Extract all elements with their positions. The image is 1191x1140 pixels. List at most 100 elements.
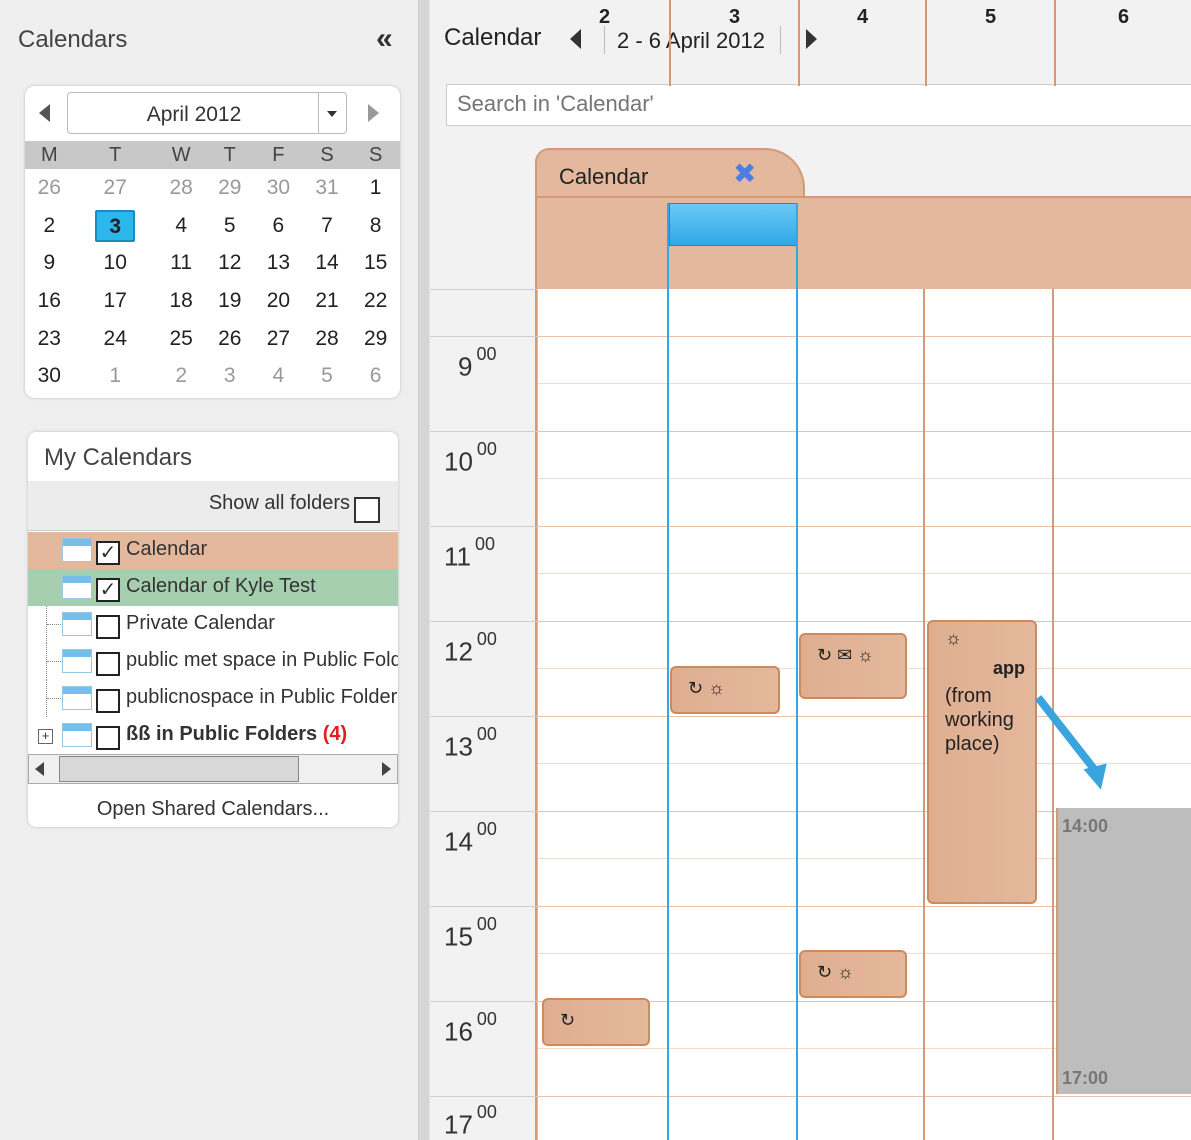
mini-day[interactable]: 18 bbox=[157, 282, 206, 320]
hour-label: 15 00 bbox=[444, 914, 497, 953]
mini-day[interactable]: 9 bbox=[25, 244, 74, 282]
mini-day[interactable]: 20 bbox=[254, 282, 303, 320]
mini-day[interactable]: 26 bbox=[205, 320, 254, 358]
mini-day[interactable]: 28 bbox=[157, 169, 206, 207]
recurring-icon: ↻ bbox=[560, 1010, 576, 1030]
appointment[interactable]: ↻ ☼ bbox=[799, 950, 907, 998]
mini-day[interactable]: 19 bbox=[205, 282, 254, 320]
mini-day[interactable]: 24 bbox=[74, 320, 157, 358]
next-month-icon[interactable] bbox=[368, 104, 379, 122]
mini-day[interactable]: 30 bbox=[25, 357, 74, 395]
appointment[interactable]: ↻ ☼ bbox=[670, 666, 780, 714]
calendar-folder-item[interactable]: public met space in Public Folders bbox=[28, 643, 398, 680]
calendar-folder-item[interactable]: ✓ Calendar of Kyle Test bbox=[28, 569, 398, 606]
mini-day[interactable]: 12 bbox=[205, 244, 254, 282]
gutter-line bbox=[430, 1096, 538, 1097]
panel-splitter[interactable] bbox=[418, 0, 430, 1140]
mini-day[interactable]: 6 bbox=[351, 357, 400, 395]
appointment[interactable]: ↻ ✉ ☼ bbox=[799, 633, 907, 699]
mini-day[interactable]: 5 bbox=[303, 357, 352, 395]
folder-checkbox[interactable] bbox=[96, 615, 120, 639]
mini-day[interactable]: 5 bbox=[205, 207, 254, 245]
mini-day[interactable]: 27 bbox=[74, 169, 157, 207]
folder-label: ßß in Public Folders (4) bbox=[126, 723, 398, 746]
mini-day[interactable]: 11 bbox=[157, 244, 206, 282]
mini-day[interactable]: 2 bbox=[25, 207, 74, 245]
hour-number: 15 bbox=[444, 921, 473, 952]
gutter-line bbox=[430, 716, 538, 717]
weekday-header: T bbox=[205, 141, 255, 169]
today-header-highlight bbox=[669, 203, 797, 246]
horizontal-scrollbar[interactable] bbox=[28, 754, 398, 784]
mini-day[interactable]: 8 bbox=[351, 207, 400, 245]
day-header[interactable]: 6 bbox=[1054, 0, 1191, 86]
calendar-tab[interactable]: Calendar ✖ bbox=[535, 148, 805, 198]
mini-day[interactable]: 15 bbox=[351, 244, 400, 282]
mini-day[interactable]: 1 bbox=[351, 169, 400, 207]
folder-checkbox[interactable] bbox=[96, 689, 120, 713]
mini-day[interactable]: 6 bbox=[254, 207, 303, 245]
hour-line bbox=[538, 1096, 1191, 1097]
folder-checkbox[interactable] bbox=[96, 726, 120, 750]
mini-day[interactable]: 31 bbox=[303, 169, 352, 207]
close-tab-icon[interactable]: ✖ bbox=[733, 160, 756, 188]
month-select-value: April 2012 bbox=[146, 103, 242, 126]
day-header[interactable]: 5 bbox=[925, 0, 1054, 86]
my-calendars-title: My Calendars bbox=[44, 444, 193, 471]
calendar-icon bbox=[62, 649, 92, 673]
appointment[interactable]: ↻ bbox=[542, 998, 650, 1046]
appointment[interactable]: ☼ app (from working place) bbox=[927, 620, 1037, 904]
mini-day[interactable]: 4 bbox=[157, 207, 206, 245]
mini-day[interactable]: 13 bbox=[254, 244, 303, 282]
calendar-folder-item[interactable]: ✓ Calendar bbox=[28, 532, 398, 569]
mini-day[interactable]: 29 bbox=[351, 320, 400, 358]
mini-day[interactable]: 29 bbox=[205, 169, 254, 207]
mini-day[interactable]: 27 bbox=[254, 320, 303, 358]
scroll-left-icon[interactable] bbox=[35, 762, 44, 776]
mini-day[interactable]: 4 bbox=[254, 357, 303, 395]
calendar-icon bbox=[62, 538, 92, 562]
mini-day[interactable]: 25 bbox=[157, 320, 206, 358]
show-all-folders-checkbox[interactable] bbox=[354, 497, 380, 523]
prev-month-icon[interactable] bbox=[39, 104, 50, 122]
open-shared-calendars-link[interactable]: Open Shared Calendars... bbox=[28, 798, 398, 821]
calendar-folder-item[interactable]: + ßß in Public Folders (4) bbox=[28, 717, 398, 754]
mini-day[interactable]: 22 bbox=[351, 282, 400, 320]
folder-checkbox[interactable] bbox=[96, 652, 120, 676]
mini-day[interactable]: 23 bbox=[25, 320, 74, 358]
mini-day[interactable]: 30 bbox=[254, 169, 303, 207]
mini-day-today[interactable]: 3 bbox=[74, 207, 157, 245]
search-box[interactable] bbox=[446, 84, 1191, 126]
show-all-folders-label: Show all folders bbox=[208, 492, 350, 514]
tree-line bbox=[46, 606, 61, 643]
folder-checkbox[interactable]: ✓ bbox=[96, 578, 120, 602]
day-header[interactable]: 2 bbox=[540, 0, 669, 86]
mini-day[interactable]: 1 bbox=[74, 357, 157, 395]
day-header[interactable]: 4 bbox=[798, 0, 925, 86]
show-all-folders-row: Show all folders bbox=[28, 481, 398, 531]
mini-day[interactable]: 14 bbox=[303, 244, 352, 282]
month-select[interactable]: April 2012 bbox=[67, 92, 347, 134]
scroll-thumb[interactable] bbox=[59, 756, 299, 782]
scroll-right-icon[interactable] bbox=[382, 762, 391, 776]
calendar-icon bbox=[62, 575, 92, 599]
mini-day[interactable]: 16 bbox=[25, 282, 74, 320]
mini-day[interactable]: 2 bbox=[157, 357, 206, 395]
busy-period[interactable]: 14:00 17:00 bbox=[1056, 808, 1191, 1094]
mini-day[interactable]: 10 bbox=[74, 244, 157, 282]
mini-day[interactable]: 17 bbox=[74, 282, 157, 320]
day-header-today[interactable]: 3 bbox=[669, 0, 798, 86]
mini-day[interactable]: 28 bbox=[303, 320, 352, 358]
expand-icon[interactable]: + bbox=[38, 729, 53, 744]
mini-day[interactable]: 21 bbox=[303, 282, 352, 320]
mini-day[interactable]: 7 bbox=[303, 207, 352, 245]
gutter-line bbox=[430, 906, 538, 907]
mini-day[interactable]: 3 bbox=[205, 357, 254, 395]
calendar-folder-item[interactable]: publicnospace in Public Folders bbox=[28, 680, 398, 717]
search-input[interactable] bbox=[447, 85, 1147, 123]
collapse-panel-icon[interactable]: « bbox=[376, 24, 393, 54]
chevron-down-icon[interactable] bbox=[318, 93, 346, 133]
calendar-folder-item[interactable]: Private Calendar bbox=[28, 606, 398, 643]
mini-day[interactable]: 26 bbox=[25, 169, 74, 207]
folder-checkbox[interactable]: ✓ bbox=[96, 541, 120, 565]
